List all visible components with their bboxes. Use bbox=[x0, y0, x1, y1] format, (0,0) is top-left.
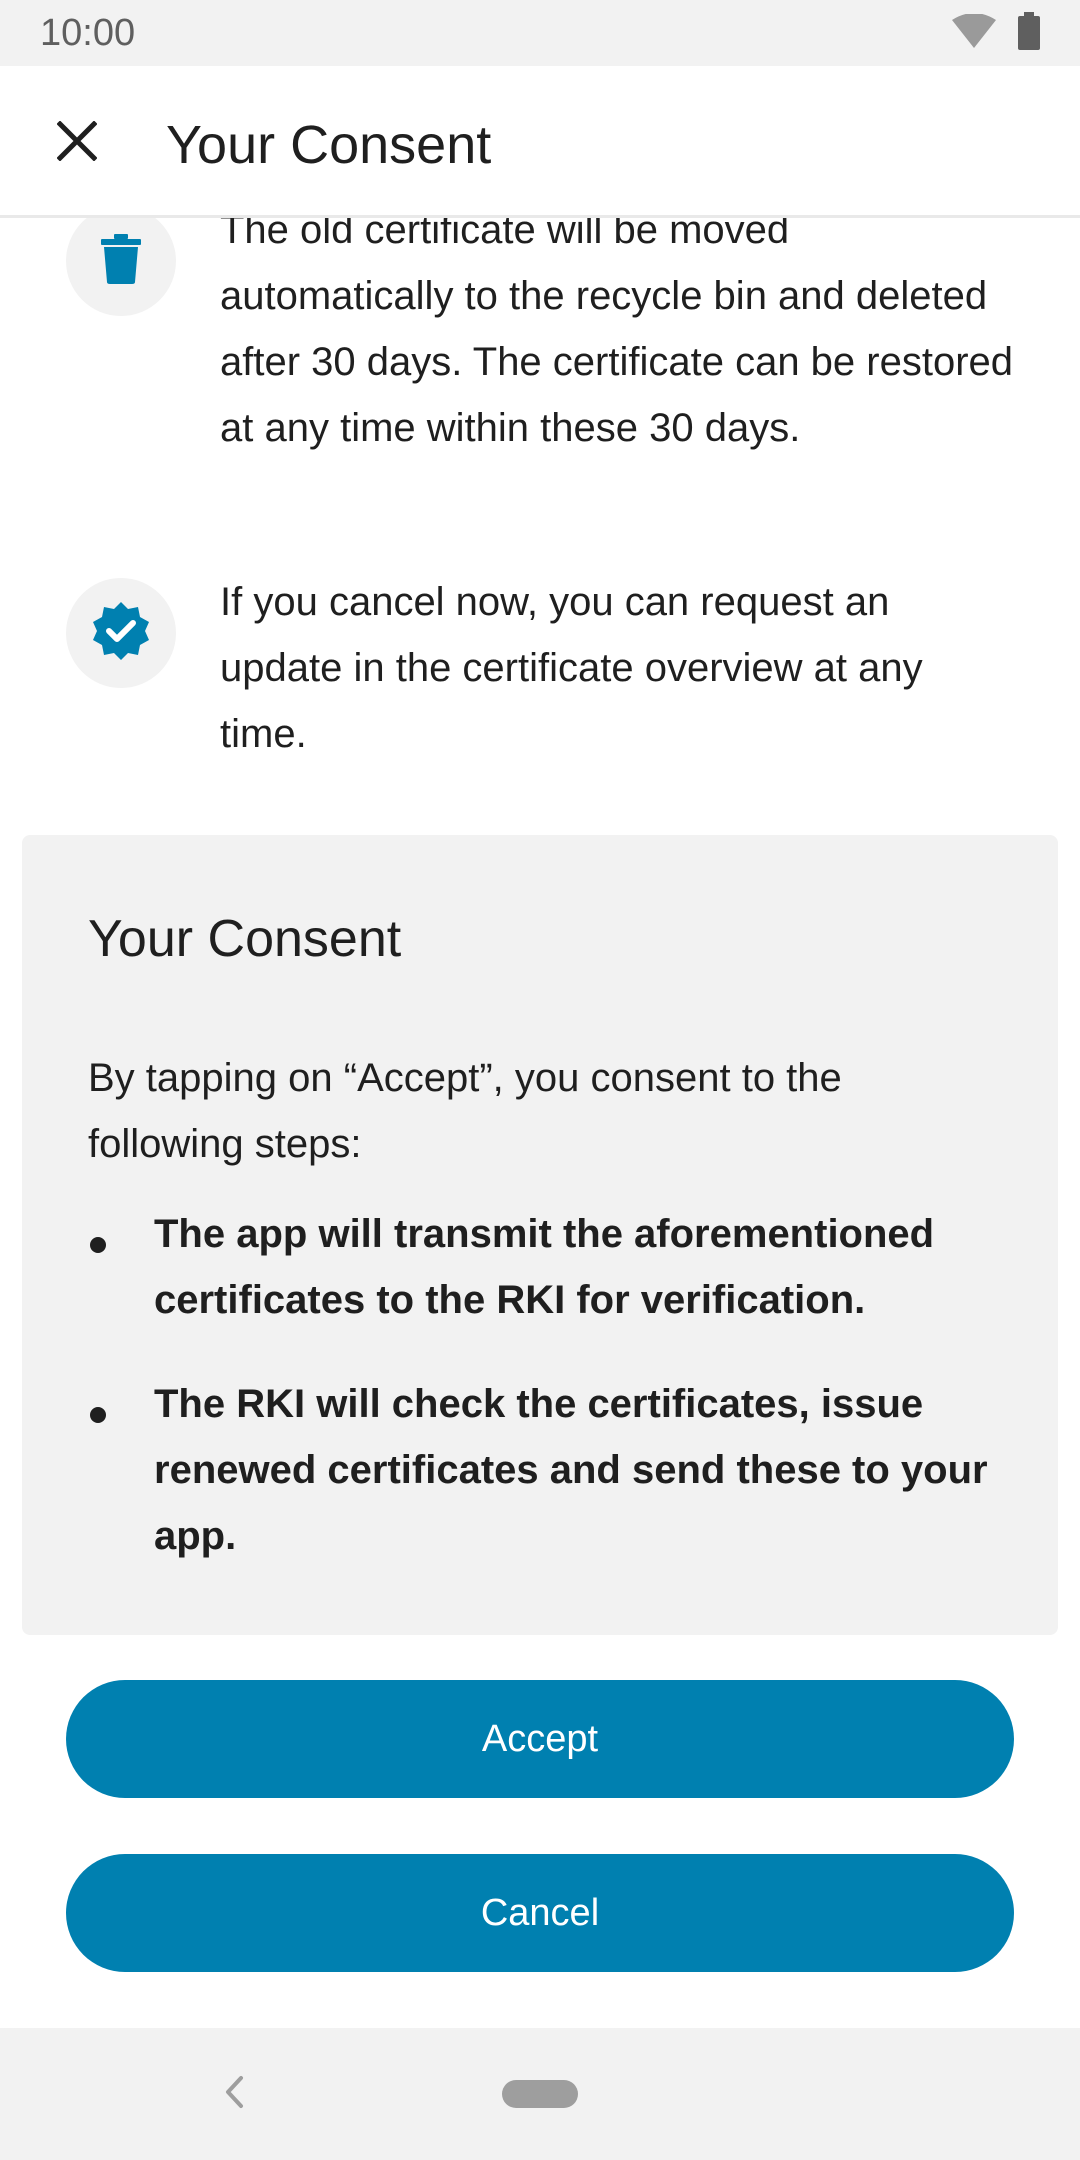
navigation-bar bbox=[0, 2028, 1080, 2160]
consent-title: Your Consent bbox=[88, 910, 402, 968]
page-title: Your Consent bbox=[166, 115, 492, 175]
verified-badge-icon bbox=[90, 600, 152, 667]
accept-button[interactable]: Accept bbox=[66, 1680, 1014, 1798]
consent-card: Your Consent By tapping on “Accept”, you… bbox=[22, 835, 1058, 1635]
consent-content[interactable]: The old certificate will be moved automa… bbox=[0, 218, 1080, 2028]
close-button[interactable] bbox=[44, 110, 110, 176]
consent-intro: By tapping on “Accept”, you consent to t… bbox=[88, 1056, 842, 1166]
status-bar: 10:00 bbox=[0, 0, 1080, 66]
app-bar: Your Consent bbox=[0, 66, 1080, 218]
bullet-icon bbox=[90, 1237, 106, 1253]
cancel-button[interactable]: Cancel bbox=[66, 1854, 1014, 1972]
status-time: 10:00 bbox=[40, 12, 136, 54]
trash-icon bbox=[101, 233, 141, 289]
battery-icon bbox=[1018, 11, 1040, 55]
bullet-text: The app will transmit the aforementioned… bbox=[154, 1212, 935, 1322]
bullet-icon bbox=[90, 1407, 106, 1423]
wifi-icon bbox=[952, 12, 996, 53]
chevron-left-icon bbox=[223, 2075, 245, 2114]
nav-home-button[interactable] bbox=[502, 2080, 578, 2108]
status-icons bbox=[952, 11, 1040, 55]
close-icon bbox=[56, 119, 98, 166]
info-icon-container bbox=[66, 218, 176, 316]
info-text: The old certificate will be moved automa… bbox=[220, 218, 1014, 450]
info-icon-container bbox=[66, 578, 176, 688]
nav-back-button[interactable] bbox=[214, 2074, 254, 2114]
info-text: If you cancel now, you can request an up… bbox=[220, 580, 923, 756]
bullet-text: The RKI will check the certificates, iss… bbox=[154, 1382, 988, 1558]
